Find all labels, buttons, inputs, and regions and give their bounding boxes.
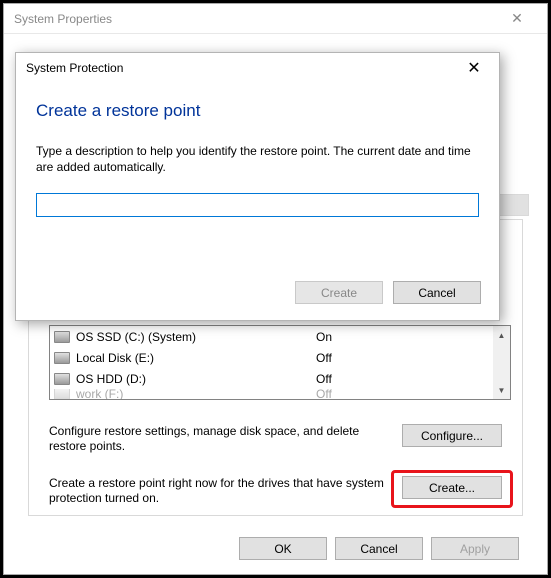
- configure-section: Configure restore settings, manage disk …: [49, 424, 502, 454]
- restore-point-description-input[interactable]: [36, 193, 479, 217]
- create-button[interactable]: Create...: [402, 476, 502, 499]
- dialog-bottom-buttons: OK Cancel Apply: [239, 537, 519, 560]
- system-protection-modal: System Protection ✕ Create a restore poi…: [15, 52, 500, 321]
- ok-button[interactable]: OK: [239, 537, 327, 560]
- drive-name: OS HDD (D:): [76, 372, 316, 386]
- outer-window-title: System Properties: [14, 12, 497, 26]
- modal-body: Create a restore point Type a descriptio…: [16, 83, 499, 217]
- cancel-button[interactable]: Cancel: [335, 537, 423, 560]
- drive-row[interactable]: Local Disk (E:) Off: [50, 347, 510, 368]
- drives-scrollbar[interactable]: ▲ ▼: [493, 326, 510, 399]
- drive-icon: [54, 389, 70, 399]
- apply-button[interactable]: Apply: [431, 537, 519, 560]
- drive-name: OS SSD (C:) (System): [76, 330, 316, 344]
- drive-icon: [54, 373, 70, 385]
- create-section: Create a restore point right now for the…: [49, 476, 502, 506]
- drive-icon: [54, 331, 70, 343]
- scroll-up-icon[interactable]: ▲: [493, 326, 510, 344]
- configure-text: Configure restore settings, manage disk …: [49, 424, 402, 454]
- drive-row[interactable]: work (F:) Off: [50, 389, 510, 399]
- configure-button[interactable]: Configure...: [402, 424, 502, 447]
- close-icon[interactable]: ✕: [497, 10, 537, 27]
- outer-titlebar: System Properties ✕: [4, 4, 547, 34]
- modal-button-row: Create Cancel: [295, 281, 481, 304]
- drive-icon: [54, 352, 70, 364]
- drive-status: Off: [316, 372, 510, 386]
- drive-name: work (F:): [76, 389, 316, 399]
- drive-status: On: [316, 330, 510, 344]
- drive-status: Off: [316, 351, 510, 365]
- system-properties-window: System Properties ✕ OS SSD (C:) (System)…: [3, 3, 548, 575]
- drives-list[interactable]: OS SSD (C:) (System) On Local Disk (E:) …: [49, 325, 511, 400]
- modal-heading: Create a restore point: [36, 101, 479, 121]
- modal-cancel-button[interactable]: Cancel: [393, 281, 481, 304]
- scroll-track[interactable]: [493, 344, 510, 381]
- drive-row[interactable]: OS HDD (D:) Off: [50, 368, 510, 389]
- drive-row[interactable]: OS SSD (C:) (System) On: [50, 326, 510, 347]
- drive-status: Off: [316, 389, 510, 399]
- modal-create-button[interactable]: Create: [295, 281, 383, 304]
- scroll-down-icon[interactable]: ▼: [493, 381, 510, 399]
- drive-name: Local Disk (E:): [76, 351, 316, 365]
- modal-titlebar: System Protection ✕: [16, 53, 499, 83]
- close-icon[interactable]: ✕: [459, 58, 489, 78]
- modal-description: Type a description to help you identify …: [36, 143, 479, 175]
- modal-title: System Protection: [26, 61, 459, 75]
- create-text: Create a restore point right now for the…: [49, 476, 402, 506]
